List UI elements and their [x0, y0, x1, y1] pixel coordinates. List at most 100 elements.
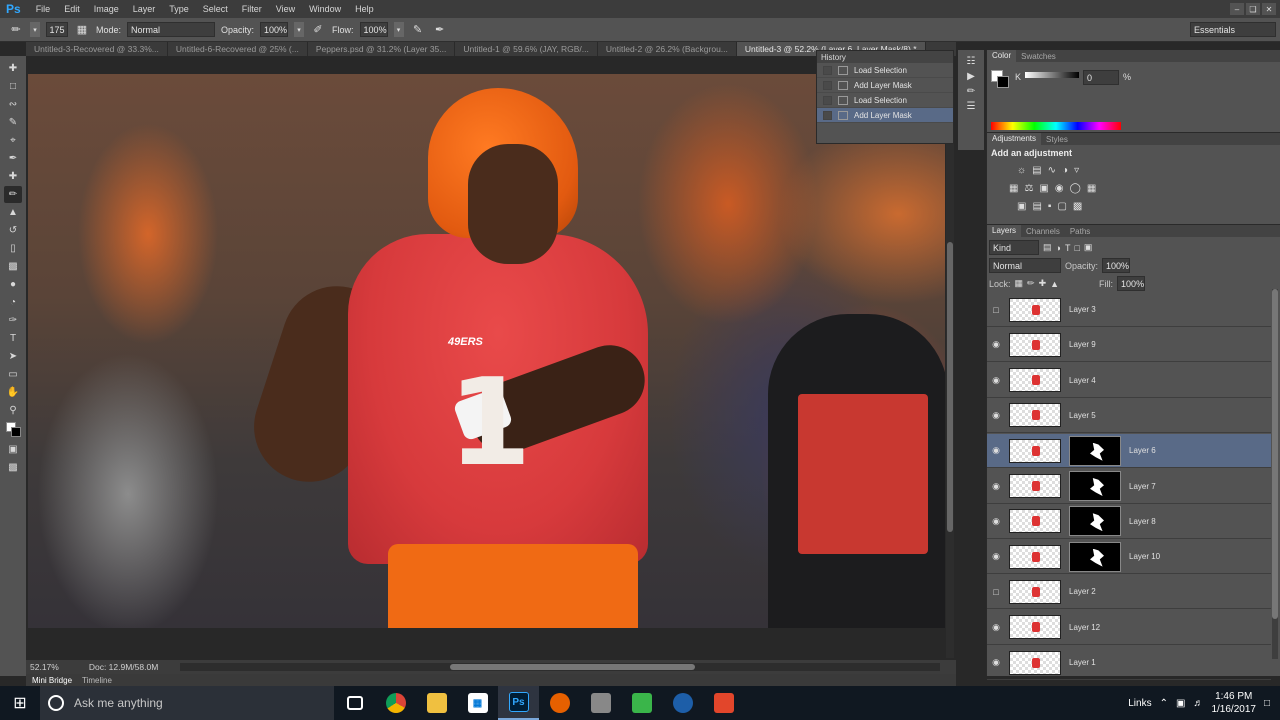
layer-row[interactable]: □ Layer 2	[987, 575, 1271, 610]
eraser-tool-icon[interactable]: ▯	[4, 240, 22, 257]
threshold-icon[interactable]: ▪	[1048, 201, 1052, 212]
lock-pixels-icon[interactable]: ✏	[1027, 278, 1035, 289]
eye-icon[interactable]: ◉	[987, 410, 1005, 421]
menu-edit[interactable]: Edit	[57, 4, 87, 14]
menu-help[interactable]: Help	[348, 4, 381, 14]
lock-all-icon[interactable]: ▲	[1050, 279, 1059, 289]
layer-row[interactable]: ◉ Layer 12	[987, 611, 1271, 645]
photoshop-taskbar-icon[interactable]: Ps	[498, 686, 539, 720]
quick-mask-icon[interactable]: ▣	[4, 441, 22, 458]
network-icon[interactable]: ▣	[1176, 698, 1185, 709]
selective-color-icon[interactable]: ▢	[1057, 201, 1066, 212]
tool-preset-dropdown-icon[interactable]: ▾	[30, 22, 40, 37]
links-toolbar[interactable]: Links	[1128, 698, 1151, 709]
eyedropper-tool-icon[interactable]: ✒	[4, 150, 22, 167]
scrollbar-thumb[interactable]	[1272, 289, 1278, 619]
lock-transparent-icon[interactable]: ▦	[1015, 278, 1024, 289]
canvas-area[interactable]: 49ERS 1	[26, 56, 956, 660]
history-item[interactable]: Add Layer Mask	[817, 78, 953, 93]
tab-document[interactable]: Untitled-2 @ 26.2% (Backgrou...	[598, 42, 737, 56]
store-icon[interactable]: ▦	[457, 686, 498, 720]
opacity-dropdown-icon[interactable]: ▾	[294, 22, 305, 37]
brush-panel-toggle-icon[interactable]: ▦	[74, 22, 90, 38]
layer-thumbnail[interactable]	[1009, 474, 1061, 498]
menu-filter[interactable]: Filter	[235, 4, 269, 14]
layer-thumbnail[interactable]	[1009, 544, 1061, 569]
background-color-chip[interactable]	[997, 76, 1009, 88]
clone-stamp-tool-icon[interactable]: ▲	[4, 204, 22, 221]
layer-name[interactable]: Layer 10	[1129, 552, 1160, 561]
workspace-select[interactable]: Essentials	[1190, 22, 1276, 37]
color-swatches[interactable]	[6, 422, 21, 437]
history-source-checkbox[interactable]	[823, 110, 832, 120]
path-select-tool-icon[interactable]: ➤	[4, 348, 22, 365]
tab-swatches[interactable]: Swatches	[1016, 52, 1061, 61]
restore-icon[interactable]: ❑	[1246, 3, 1260, 15]
tab-layers[interactable]: Layers	[987, 225, 1022, 237]
history-title[interactable]: History	[821, 53, 846, 62]
chevron-up-icon[interactable]: ⌃	[1160, 698, 1168, 709]
zoom-level[interactable]: 52.17%	[30, 662, 59, 672]
eye-hidden-icon[interactable]: □	[987, 587, 1005, 597]
tab-document[interactable]: Peppers.psd @ 31.2% (Layer 35...	[308, 42, 456, 56]
brush-tool-icon[interactable]: ✏	[4, 186, 22, 203]
layer-name[interactable]: Layer 2	[1069, 587, 1096, 596]
filter-shape-icon[interactable]: □	[1074, 243, 1079, 253]
layer-name[interactable]: Layer 4	[1069, 376, 1096, 385]
layer-row[interactable]: ◉ Layer 8	[987, 505, 1271, 539]
history-source-checkbox[interactable]	[823, 95, 832, 105]
volume-icon[interactable]: ♬	[1193, 698, 1203, 709]
color-lookup-icon[interactable]: ▦	[1087, 183, 1096, 194]
history-panel-icon[interactable]: ☷	[967, 56, 976, 67]
history-brush-tool-icon[interactable]: ↺	[4, 222, 22, 239]
black-white-icon[interactable]: ▣	[1039, 183, 1048, 194]
color-spectrum-bar[interactable]	[991, 122, 1121, 130]
layer-mask-thumbnail[interactable]	[1069, 435, 1121, 466]
quick-select-tool-icon[interactable]: ✎	[4, 114, 22, 131]
layer-thumbnail[interactable]	[1009, 509, 1061, 534]
k-slider[interactable]	[1025, 72, 1079, 78]
app-icon[interactable]	[580, 686, 621, 720]
eye-icon[interactable]: ◉	[987, 339, 1005, 350]
channel-mixer-icon[interactable]: ◯	[1070, 183, 1081, 194]
app-circle-icon[interactable]	[662, 686, 703, 720]
layer-name[interactable]: Layer 9	[1069, 340, 1096, 349]
blend-mode-select[interactable]: Normal	[989, 258, 1061, 273]
brush-tool-preset-icon[interactable]: ✏	[8, 22, 24, 38]
history-source-checkbox[interactable]	[823, 65, 832, 75]
layers-scrollbar[interactable]	[1272, 289, 1278, 659]
layer-thumbnail[interactable]	[1009, 297, 1061, 322]
layer-row[interactable]: ◉ Layer 7	[987, 470, 1271, 504]
healing-brush-tool-icon[interactable]: ✚	[4, 168, 22, 185]
layer-thumbnail[interactable]	[1009, 650, 1061, 675]
layer-name[interactable]: Layer 3	[1069, 305, 1096, 314]
airbrush-icon[interactable]: ✎	[410, 22, 426, 38]
pen-tool-icon[interactable]: ✑	[4, 312, 22, 329]
eye-icon[interactable]: ◉	[987, 481, 1005, 492]
layer-row[interactable]: ◉ Layer 6	[987, 434, 1271, 469]
layer-name[interactable]: Layer 8	[1129, 517, 1156, 526]
screen-mode-icon[interactable]: ▩	[4, 459, 22, 476]
eye-icon[interactable]: ◉	[987, 551, 1005, 562]
file-explorer-icon[interactable]	[416, 686, 457, 720]
menu-image[interactable]: Image	[87, 4, 126, 14]
type-tool-icon[interactable]: T	[4, 330, 22, 347]
task-view-icon[interactable]	[334, 686, 375, 720]
tab-mini-bridge[interactable]: Mini Bridge	[32, 676, 72, 685]
flow-dropdown-icon[interactable]: ▾	[393, 22, 404, 37]
layer-name[interactable]: Layer 5	[1069, 411, 1096, 420]
minimize-icon[interactable]: –	[1230, 3, 1244, 15]
layer-row[interactable]: ◉ Layer 4	[987, 364, 1271, 398]
eye-hidden-icon[interactable]: □	[987, 305, 1005, 315]
filter-adjustment-icon[interactable]: ◑	[1056, 243, 1061, 253]
color-balance-icon[interactable]: ⚖	[1024, 183, 1033, 194]
filter-pixel-icon[interactable]: ▤	[1043, 242, 1052, 253]
layer-row[interactable]: ◉ Layer 9	[987, 328, 1271, 363]
eye-icon[interactable]: ◉	[987, 622, 1005, 633]
layer-name[interactable]: Layer 1	[1069, 658, 1096, 667]
tab-timeline[interactable]: Timeline	[82, 676, 112, 685]
photo-filter-icon[interactable]: ◉	[1055, 183, 1064, 194]
tab-adjustments[interactable]: Adjustments	[987, 133, 1042, 145]
hand-tool-icon[interactable]: ✋	[4, 384, 22, 401]
history-item[interactable]: Load Selection	[817, 93, 953, 108]
